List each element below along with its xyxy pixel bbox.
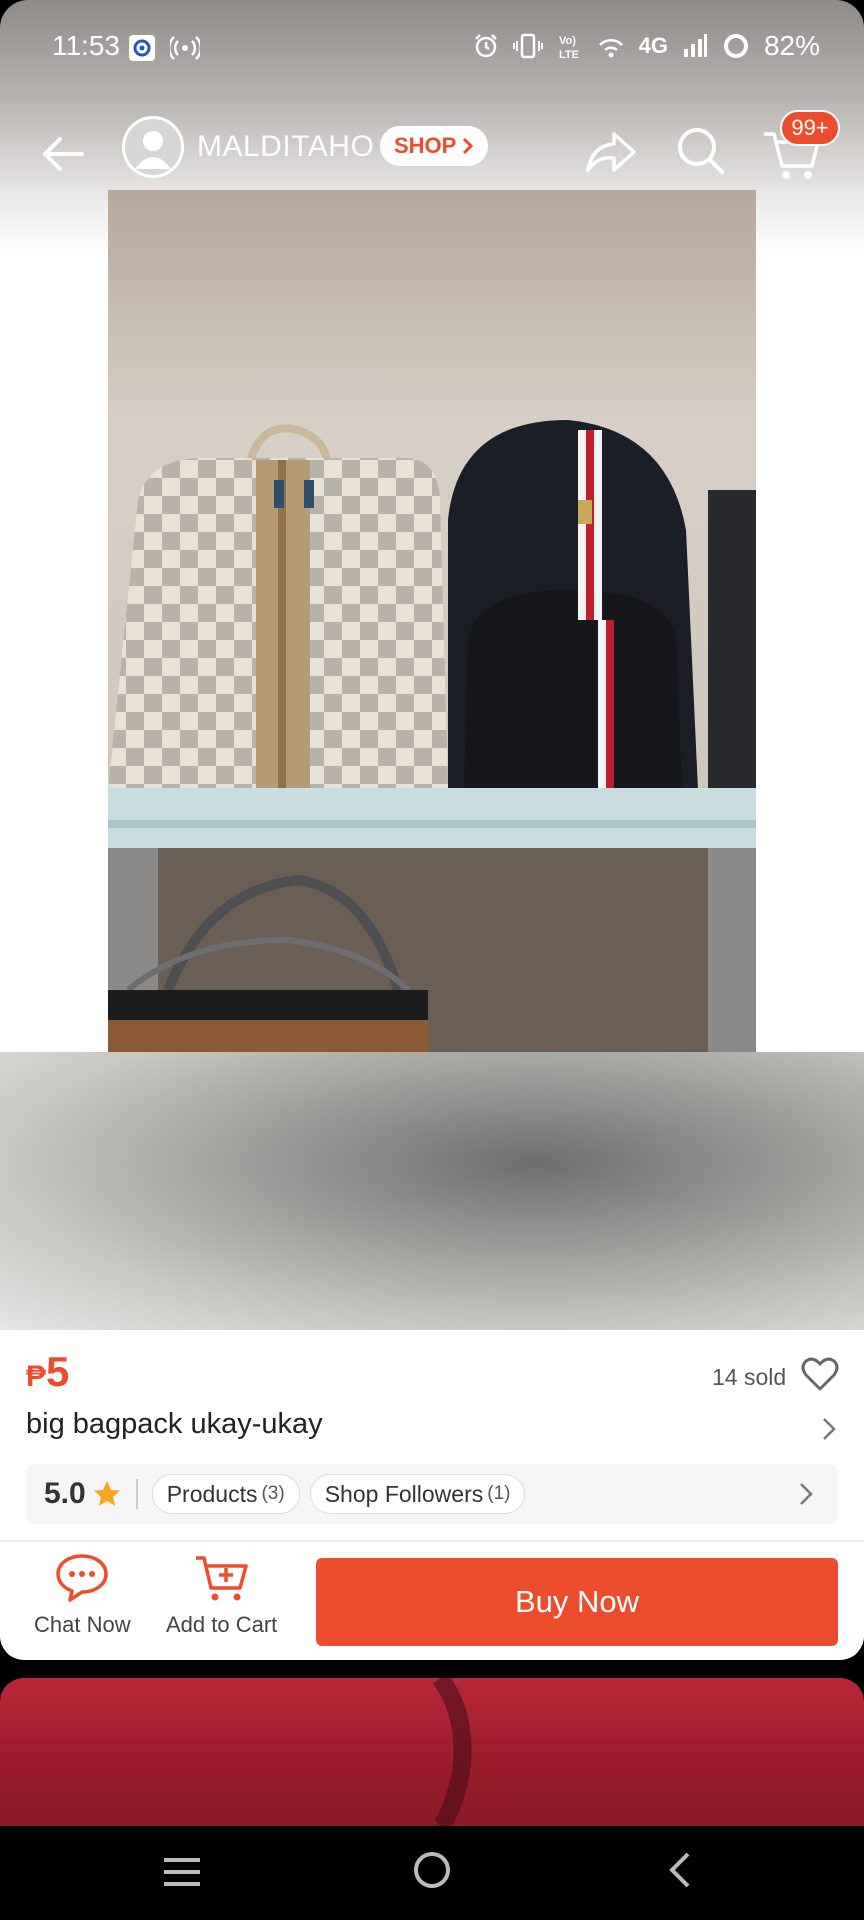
search-icon [678,128,724,174]
heart-icon [801,1357,839,1391]
status-time: 11:53 [52,30,120,61]
shop-name[interactable]: MALDITAHO [197,130,374,164]
image-margin-left [0,190,108,1052]
chat-icon [56,1554,109,1602]
shop-button[interactable]: SHOP [380,126,489,166]
battery-level: 82% [763,30,820,61]
price-currency: ₱ [26,1360,47,1393]
hotspot-icon [167,34,203,67]
arrow-left-icon [43,137,84,171]
add-to-cart-button[interactable]: Add to Cart [166,1552,277,1638]
back-button[interactable] [36,126,92,182]
add-to-cart-label: Add to Cart [166,1612,278,1637]
followers-pill[interactable]: Shop Followers (1) [309,1474,526,1514]
search-button[interactable] [672,122,728,178]
rating-value: 5.0 [44,1477,86,1510]
app-notification-icon [128,34,156,67]
chat-now-label: Chat Now [34,1612,131,1637]
battery-icon [722,32,750,60]
image-margin-right [756,190,864,1052]
vibrate-icon [512,33,543,59]
product-info: ₱5 14 sold big bagpack ukay-ukay 5.0 Pro… [0,1330,864,1540]
volte-icon: Vo) LTE [557,32,583,60]
chevron-right-icon[interactable] [792,1479,820,1509]
cart-count-badge: 99+ [780,110,840,146]
product-title[interactable]: big bagpack ukay-ukay [26,1408,323,1441]
share-button[interactable] [582,124,638,180]
menu-icon [164,1858,200,1886]
share-icon [586,132,636,172]
price: ₱5 [26,1348,69,1396]
alarm-icon [473,33,499,59]
svg-text:Vo): Vo) [559,35,576,47]
home-button[interactable] [410,1848,454,1897]
followers-label: Shop Followers [324,1480,484,1507]
title-chevron-icon[interactable] [814,1414,844,1444]
system-navigation-bar [0,1826,864,1920]
star-icon [93,1481,120,1506]
chevron-right-icon [463,137,474,155]
product-header: MALDITAHO SHOP 99+ [0,110,864,190]
next-product-card[interactable] [0,1678,864,1826]
signal-icon [682,33,708,59]
recent-apps-button[interactable] [160,1850,204,1899]
price-value: 5 [46,1348,70,1395]
products-label: Products [166,1480,258,1507]
home-circle-icon [414,1852,450,1888]
chat-now-button[interactable]: Chat Now [34,1552,131,1638]
image-blur-band [0,1052,864,1330]
products-pill[interactable]: Products (3) [151,1474,300,1514]
divider [135,1479,138,1509]
shop-avatar[interactable] [122,116,184,178]
shop-stats-row[interactable]: 5.0 Products (3) Shop Followers (1) [26,1464,838,1524]
shop-button-label: SHOP [394,133,457,158]
system-back-button[interactable] [660,1848,704,1897]
favorite-button[interactable] [800,1354,840,1394]
buy-now-button[interactable]: Buy Now [316,1558,838,1646]
shop-rating: 5.0 [44,1477,122,1511]
add-to-cart-icon [195,1556,248,1601]
product-image[interactable] [108,190,756,1052]
sold-count: 14 sold [712,1364,787,1390]
user-icon [135,131,171,169]
action-bar: Chat Now Add to Cart Buy Now [0,1540,864,1660]
status-bar: 11:53 Vo) LTE 4G 82% [0,0,864,100]
chevron-left-icon [669,1852,690,1888]
network-type: 4G [638,33,668,58]
followers-count: (1) [487,1483,511,1504]
svg-text:LTE: LTE [559,49,579,60]
products-count: (3) [261,1483,285,1504]
wifi-icon [597,33,625,59]
